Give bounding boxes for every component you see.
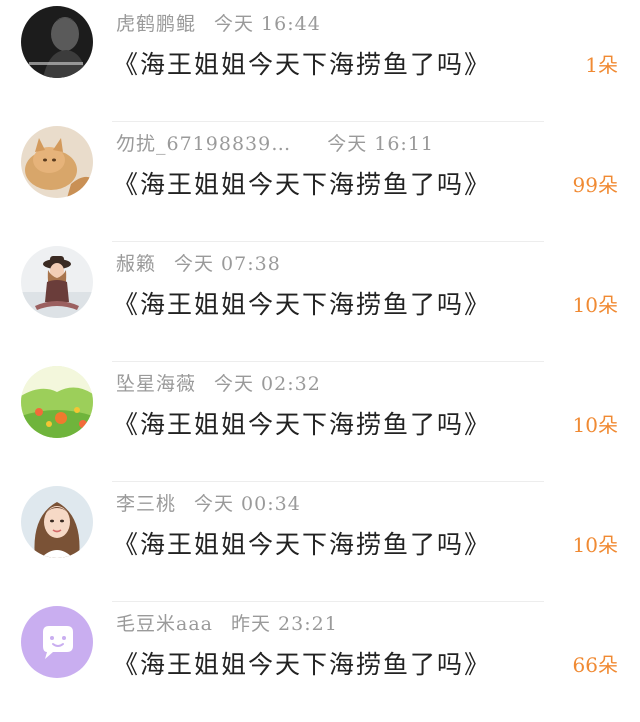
dark-portrait-avatar[interactable]	[21, 6, 93, 78]
flower-count: 66朵	[572, 653, 618, 677]
flower-count: 10朵	[572, 293, 618, 317]
flower-count: 10朵	[572, 413, 618, 437]
comment-time: 今天 16:11	[327, 133, 435, 155]
comment-message: 《海王姐姐今天下海捞鱼了吗》	[113, 170, 492, 199]
comment-time: 今天 16:44	[214, 13, 321, 35]
user-name[interactable]: 李三桃	[116, 493, 176, 515]
comment-message: 《海王姐姐今天下海捞鱼了吗》	[113, 410, 492, 439]
comment-list: 虎鹤鹏鲲 今天 16:44 《海王姐姐今天下海捞鱼了吗》 1朵 勿扰_671988…	[0, 0, 640, 683]
comment-time: 今天 02:32	[214, 373, 321, 395]
flower-count: 99朵	[572, 173, 618, 197]
comment-meta: 李三桃 今天 00:34	[116, 484, 301, 524]
comment-time: 昨天 23:21	[230, 613, 338, 635]
comment-row[interactable]: 坠星海薇 今天 02:32 《海王姐姐今天下海捞鱼了吗》 10朵	[0, 362, 640, 482]
comment-meta: 虎鹤鹏鲲 今天 16:44	[116, 4, 321, 44]
comment-time: 今天 07:38	[174, 253, 281, 275]
user-name[interactable]: 勿扰_67198839…	[116, 133, 291, 155]
comment-meta: 赧籁 今天 07:38	[116, 244, 281, 284]
comment-meta: 勿扰_67198839… 今天 16:11	[116, 124, 434, 164]
comment-row[interactable]: 毛豆米aaa 昨天 23:21 《海王姐姐今天下海捞鱼了吗》 66朵	[0, 602, 640, 722]
flower-count: 10朵	[572, 533, 618, 557]
comment-row[interactable]: 李三桃 今天 00:34 《海王姐姐今天下海捞鱼了吗》 10朵	[0, 482, 640, 602]
woman-portrait-avatar[interactable]	[21, 486, 93, 558]
flower-count: 1朵	[585, 53, 618, 77]
user-name[interactable]: 毛豆米aaa	[116, 613, 213, 635]
user-name[interactable]: 坠星海薇	[116, 373, 196, 395]
chat-bubble-avatar[interactable]	[21, 606, 93, 678]
comment-message: 《海王姐姐今天下海捞鱼了吗》	[113, 530, 492, 559]
flower-field-avatar[interactable]	[21, 366, 93, 438]
comment-row[interactable]: 虎鹤鹏鲲 今天 16:44 《海王姐姐今天下海捞鱼了吗》 1朵	[0, 2, 640, 122]
girl-with-hat-avatar[interactable]	[21, 246, 93, 318]
comment-time: 今天 00:34	[194, 493, 301, 515]
comment-meta: 坠星海薇 今天 02:32	[116, 364, 321, 404]
user-name[interactable]: 赧籁	[116, 253, 156, 275]
comment-meta: 毛豆米aaa 昨天 23:21	[116, 604, 338, 644]
comment-message: 《海王姐姐今天下海捞鱼了吗》	[113, 650, 492, 679]
comment-row[interactable]: 赧籁 今天 07:38 《海王姐姐今天下海捞鱼了吗》 10朵	[0, 242, 640, 362]
comment-message: 《海王姐姐今天下海捞鱼了吗》	[113, 290, 492, 319]
user-name[interactable]: 虎鹤鹏鲲	[116, 13, 196, 35]
comment-message: 《海王姐姐今天下海捞鱼了吗》	[113, 50, 492, 79]
comment-row[interactable]: 勿扰_67198839… 今天 16:11 《海王姐姐今天下海捞鱼了吗》 99朵	[0, 122, 640, 242]
cat-avatar[interactable]	[21, 126, 93, 198]
